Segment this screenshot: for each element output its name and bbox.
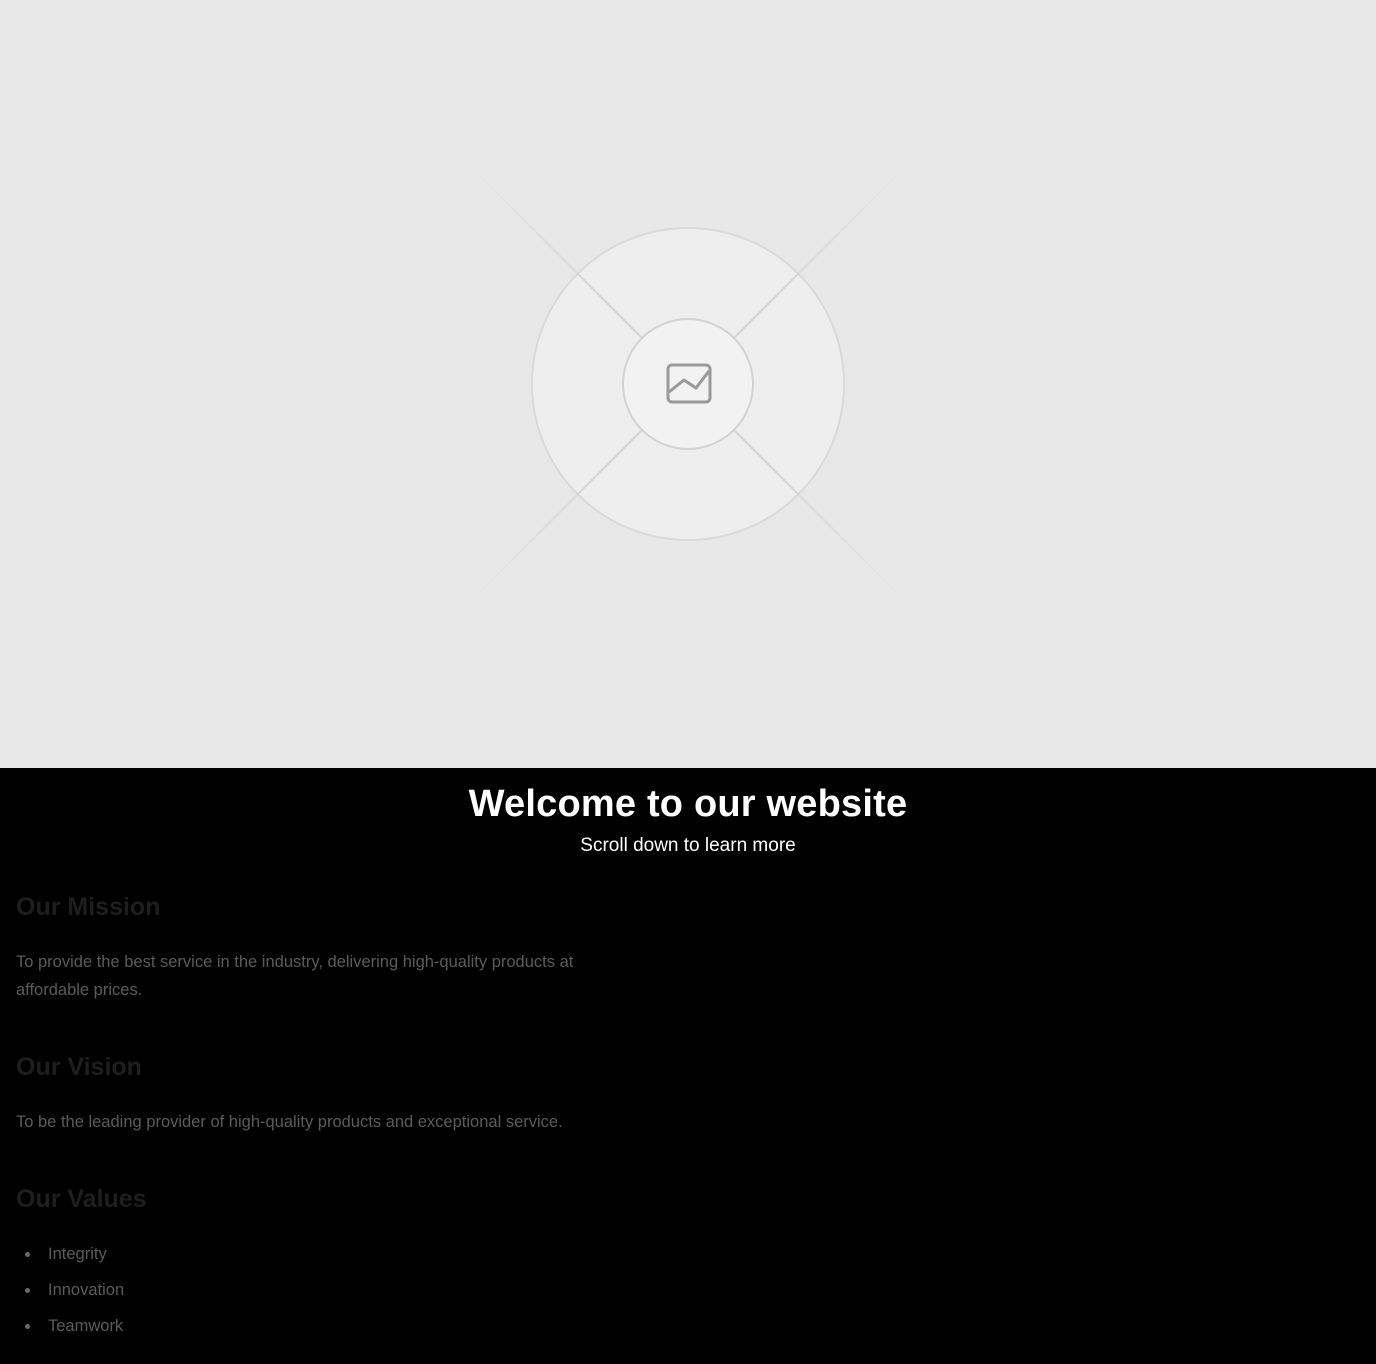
- vision-heading: Our Vision: [16, 1053, 142, 1081]
- values-list: Integrity Innovation Teamwork: [0, 1240, 124, 1348]
- value-label: Innovation: [48, 1281, 125, 1299]
- welcome-subtitle: Scroll down to learn more: [580, 835, 796, 856]
- content-section: Welcome to our website Scroll down to le…: [0, 768, 1376, 1364]
- bullet-icon: [25, 1252, 30, 1257]
- value-label: Integrity: [48, 1245, 107, 1263]
- value-label: Teamwork: [48, 1317, 124, 1335]
- hero-image-placeholder: [0, 0, 1376, 768]
- hero-placeholder-graphic: [464, 160, 912, 608]
- mission-text: To provide the best service in the indus…: [16, 953, 574, 999]
- bullet-icon: [25, 1324, 30, 1329]
- list-item: Innovation: [0, 1276, 124, 1312]
- vision-text: To be the leading provider of high-quali…: [16, 1113, 563, 1131]
- welcome-title: Welcome to our website: [468, 783, 908, 825]
- bullet-icon: [25, 1288, 30, 1293]
- values-heading: Our Values: [16, 1185, 147, 1213]
- mission-heading: Our Mission: [16, 893, 161, 921]
- list-item: Integrity: [0, 1240, 124, 1276]
- list-item: Teamwork: [0, 1312, 124, 1348]
